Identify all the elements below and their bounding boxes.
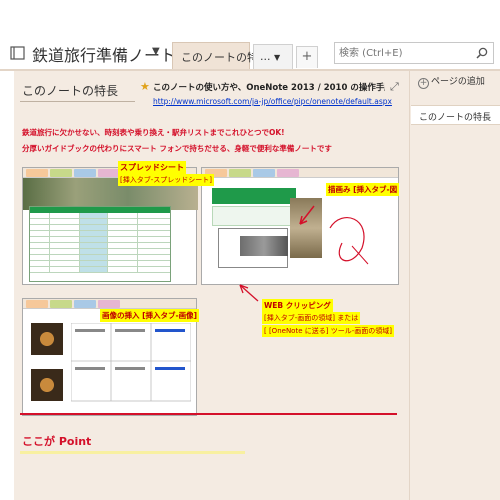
plus-circle-icon: + (418, 78, 429, 89)
search-input[interactable] (335, 43, 473, 63)
intro-line-2: 分厚いガイドブックの代わりにスマート フォンで持ちだせる、身軽で便利な準備ノート… (22, 144, 332, 153)
how-to-text: このノートの使い方や、OneNote 2013 / 2010 の操作手順につい (153, 83, 385, 93)
point-highlight-bar (20, 451, 245, 454)
star-icon: ★ (140, 80, 150, 93)
mini-spreadsheet-grid (29, 206, 171, 282)
label-web-clipping: WEB クリッピング (262, 299, 333, 312)
chevron-down-icon: ▼ (274, 53, 281, 62)
mini-tabs-3 (23, 299, 196, 309)
add-page-button[interactable]: + ページの追加 (418, 74, 485, 89)
label-web-clipping-3: [ [OneNote に送る] ツール-画面の領域] (262, 325, 394, 337)
tab-more-label: ... (260, 50, 271, 63)
notebook-dropdown-icon[interactable]: ▼ (152, 46, 160, 57)
label-drawing: 描画み [挿入タブ-図 (326, 183, 400, 196)
title-underline (20, 101, 135, 102)
page-list-pane: + ページの追加 このノートの特長 (409, 69, 500, 500)
intro-line-1: 鉄道旅行に欠かせない、時刻表や乗り換え・駅弁リストまでこれひとつでOK! (22, 128, 285, 137)
search-box[interactable] (334, 42, 494, 64)
search-icon[interactable] (475, 46, 489, 60)
expand-icon[interactable]: ⤢ (390, 80, 399, 94)
separator-line (20, 413, 397, 415)
label-photo: 画像の挿入 [挿入タブ-画像] (100, 309, 200, 322)
label-spreadsheet: スプレッドシート (118, 161, 186, 174)
label-web-clipping-2: [挿入タブ-画面の領域] または (262, 312, 361, 324)
point-heading: ここが Point (22, 435, 92, 448)
page-list-item[interactable]: このノートの特長 (411, 105, 500, 125)
bento-photo-1 (31, 323, 63, 355)
add-section-button[interactable]: + (296, 46, 318, 68)
page-title[interactable]: このノートの特長 (22, 82, 118, 99)
how-to-link[interactable]: http://www.microsoft.com/ja-jp/office/pi… (153, 97, 392, 106)
tab-page-features[interactable]: このノートの特長 (172, 42, 269, 69)
bento-photo-2 (31, 369, 63, 401)
label-spreadsheet-sub: [挿入タブ-スプレッドシート] (118, 174, 214, 186)
note-canvas[interactable]: このノートの特長 ★ このノートの使い方や、OneNote 2013 / 201… (0, 69, 409, 500)
tab-more-sections[interactable]: ... ▼ (253, 44, 293, 69)
onenote-window: 鉄道旅行準備ノート ▼ このノートの特長 ... ▼ + このノートの特長 ★ … (0, 0, 500, 500)
notebook-icon[interactable] (10, 45, 26, 61)
add-page-label: ページの追加 (431, 77, 485, 87)
mini-table (71, 323, 191, 402)
notebook-header: 鉄道旅行準備ノート ▼ このノートの特長 ... ▼ + (0, 37, 500, 69)
